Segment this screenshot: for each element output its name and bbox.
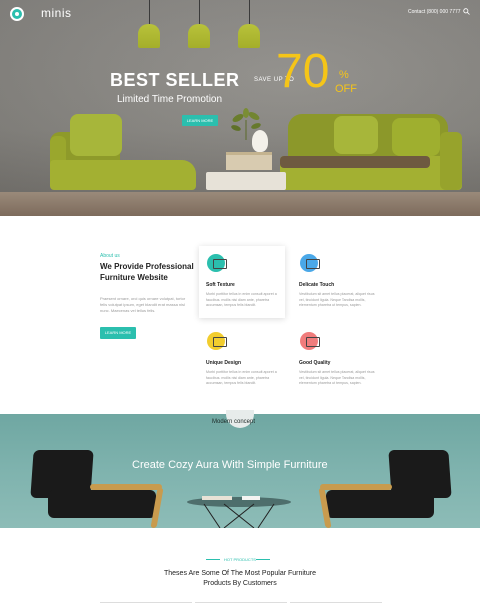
chair-icon-glyph <box>306 337 320 347</box>
concept-title: Create Cozy Aura With Simple Furniture <box>132 459 328 471</box>
pendant-lamp <box>238 0 260 48</box>
feature-good-quality[interactable]: Good Quality Vestibulum sit amet tellus … <box>292 324 378 396</box>
products-title: Theses Are Some Of The Most Popular Furn… <box>164 570 316 587</box>
logo-icon[interactable] <box>10 7 24 21</box>
coffee-table <box>206 172 286 190</box>
discount-off: OFF <box>335 83 357 95</box>
vase <box>252 130 268 152</box>
brand-name[interactable]: minis <box>41 6 72 20</box>
feature-title: Soft Texture <box>206 282 235 288</box>
books <box>226 152 272 170</box>
feature-unique-design[interactable]: Unique Design Morbi porttitor tellus in … <box>199 324 285 396</box>
feature-title: Delicate Touch <box>299 282 335 288</box>
hero-banner <box>0 0 480 216</box>
concept-subtitle: Modern concept <box>212 419 256 425</box>
feature-text: Vestibulum sit amet tellus placerat, ali… <box>299 370 375 385</box>
cabinet-icon-glyph <box>306 259 320 269</box>
hero-learn-more-button[interactable]: LEARN MORE <box>182 115 218 126</box>
about-eyebrow: About us <box>100 253 120 259</box>
divider <box>256 559 270 560</box>
feature-text: Morbi porttitor tellus in enim consult a… <box>206 370 277 385</box>
hero-title: BEST SELLER <box>110 70 240 90</box>
feature-title: Good Quality <box>299 360 331 366</box>
contact-phone[interactable]: Contact (800) 000 7777 <box>408 9 461 15</box>
discount-number: 70 <box>276 45 330 98</box>
about-title: We Provide Professional Furniture Websit… <box>100 262 194 282</box>
feature-title: Unique Design <box>206 360 242 366</box>
search-icon[interactable] <box>463 8 470 15</box>
feature-delicate-touch[interactable]: Delicate Touch Vestibulum sit amet tellu… <box>292 246 378 318</box>
sofa-right <box>280 112 462 196</box>
feature-text: Vestibulum sit amet tellus placerat, ali… <box>299 292 375 307</box>
discount-percent: % <box>339 69 349 81</box>
feature-soft-texture[interactable]: Soft Texture Morbi porttitor tellus in e… <box>199 246 285 318</box>
hero-subtitle: Limited Time Promotion <box>117 94 223 105</box>
products-eyebrow: HOT PRODUCTS <box>224 557 256 562</box>
pendant-lamp <box>188 0 210 48</box>
pendant-lamp <box>138 0 160 48</box>
about-learn-more-button[interactable]: LEARN MORE <box>100 327 136 339</box>
feature-text: Morbi porttitor tellus in enim consult a… <box>206 292 277 307</box>
glass-table <box>187 496 291 528</box>
armchair-right <box>312 448 452 528</box>
divider <box>206 559 220 560</box>
sofa-left <box>50 112 196 196</box>
about-text: Praesent ornare, orci quis ornare volutp… <box>100 296 186 313</box>
frame-icon-glyph <box>213 337 227 347</box>
sofa-icon-glyph <box>213 259 227 269</box>
